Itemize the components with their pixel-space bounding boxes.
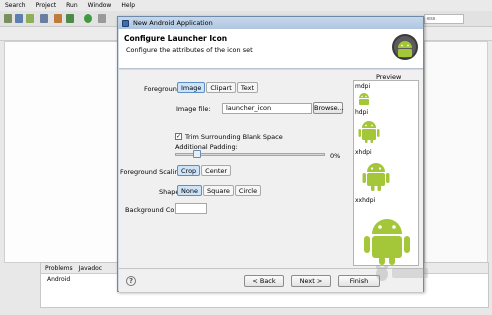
shape-circle-button[interactable]: Circle xyxy=(234,185,262,196)
new-icon[interactable] xyxy=(4,14,12,23)
run-icon[interactable] xyxy=(84,14,92,23)
image-file-label: Image file: xyxy=(176,105,211,113)
foreground-image-button[interactable]: Image xyxy=(177,82,206,93)
back-button[interactable]: < Back xyxy=(244,275,284,287)
android-icon-xxhdpi xyxy=(364,219,410,265)
dialog-titlebar[interactable]: New Android Application xyxy=(118,17,423,29)
hdpi-label: hdpi xyxy=(355,109,369,116)
external-tools-icon[interactable] xyxy=(98,14,106,23)
android-logo-icon xyxy=(392,34,418,60)
tab-problems[interactable]: Problems xyxy=(45,265,73,272)
menu-window[interactable]: Window xyxy=(88,2,112,9)
padding-slider-thumb[interactable] xyxy=(193,150,201,158)
outline-view xyxy=(424,41,488,263)
package-explorer-view xyxy=(4,41,122,263)
help-icon[interactable]: ? xyxy=(126,276,136,286)
android-icon-mdpi xyxy=(359,93,369,105)
xhdpi-label: xhdpi xyxy=(355,149,372,156)
quick-access-field[interactable]: ess xyxy=(424,14,464,24)
tab-javadoc[interactable]: Javadoc xyxy=(79,265,102,272)
wizard-content: Foreground: Image Clipart Text Image fil… xyxy=(119,70,423,268)
scaling-label: Foreground Scaling: xyxy=(120,168,185,176)
browse-button[interactable]: Browse... xyxy=(313,102,344,114)
page-title: Configure Launcher Icon xyxy=(124,34,228,43)
padding-label: Additional Padding: xyxy=(175,143,238,151)
foreground-clipart-button[interactable]: Clipart xyxy=(206,82,236,93)
shape-selector: None Square Circle xyxy=(177,185,262,196)
eclipse-icon xyxy=(122,19,129,27)
outline-tabbar xyxy=(424,27,492,41)
new-android-application-dialog: New Android Application Configure Launch… xyxy=(117,16,424,292)
scaling-center-button[interactable]: Center xyxy=(201,165,232,176)
tools-icon[interactable] xyxy=(54,14,62,23)
dialog-title: New Android Application xyxy=(133,19,213,27)
background-color-swatch[interactable] xyxy=(175,203,207,214)
preview-panel: mdpi hdpi xhdpi xxhdpi xyxy=(353,80,419,266)
trim-label: Trim Surrounding Blank Space xyxy=(185,133,283,141)
padding-value: 0% xyxy=(330,152,341,160)
android-icon-hdpi xyxy=(358,121,380,143)
page-subtitle: Configure the attributes of the icon set xyxy=(126,46,253,54)
avd-icon[interactable] xyxy=(40,14,48,23)
menu-search[interactable]: Search xyxy=(5,2,26,9)
xxhdpi-label: xxhdpi xyxy=(355,197,376,204)
baidu-watermark-icon xyxy=(376,265,428,281)
scaling-crop-button[interactable]: Crop xyxy=(177,165,201,176)
image-file-field[interactable]: launcher_icon xyxy=(222,103,312,114)
shape-square-button[interactable]: Square xyxy=(202,185,234,196)
mdpi-label: mdpi xyxy=(355,83,371,90)
foreground-selector: Image Clipart Text xyxy=(177,82,258,93)
scaling-selector: Crop Center xyxy=(177,165,232,176)
android-icon-xhdpi xyxy=(362,163,390,191)
next-button[interactable]: Next > xyxy=(291,275,331,287)
wizard-header: Configure Launcher Icon Configure the at… xyxy=(119,29,423,69)
menu-run[interactable]: Run xyxy=(66,2,78,9)
menu-project[interactable]: Project xyxy=(36,2,57,9)
menu-help[interactable]: Help xyxy=(121,2,135,9)
package-explorer-tabbar xyxy=(0,27,118,41)
trim-checkbox[interactable]: ✓ xyxy=(175,133,182,140)
menubar: Search Project Run Window Help xyxy=(0,0,492,11)
android-sdk-icon[interactable] xyxy=(26,14,34,23)
save-icon[interactable] xyxy=(15,14,23,23)
foreground-text-button[interactable]: Text xyxy=(236,82,258,93)
shape-none-button[interactable]: None xyxy=(177,185,202,196)
console-text: Android xyxy=(47,276,71,283)
debug-icon[interactable] xyxy=(66,14,74,23)
